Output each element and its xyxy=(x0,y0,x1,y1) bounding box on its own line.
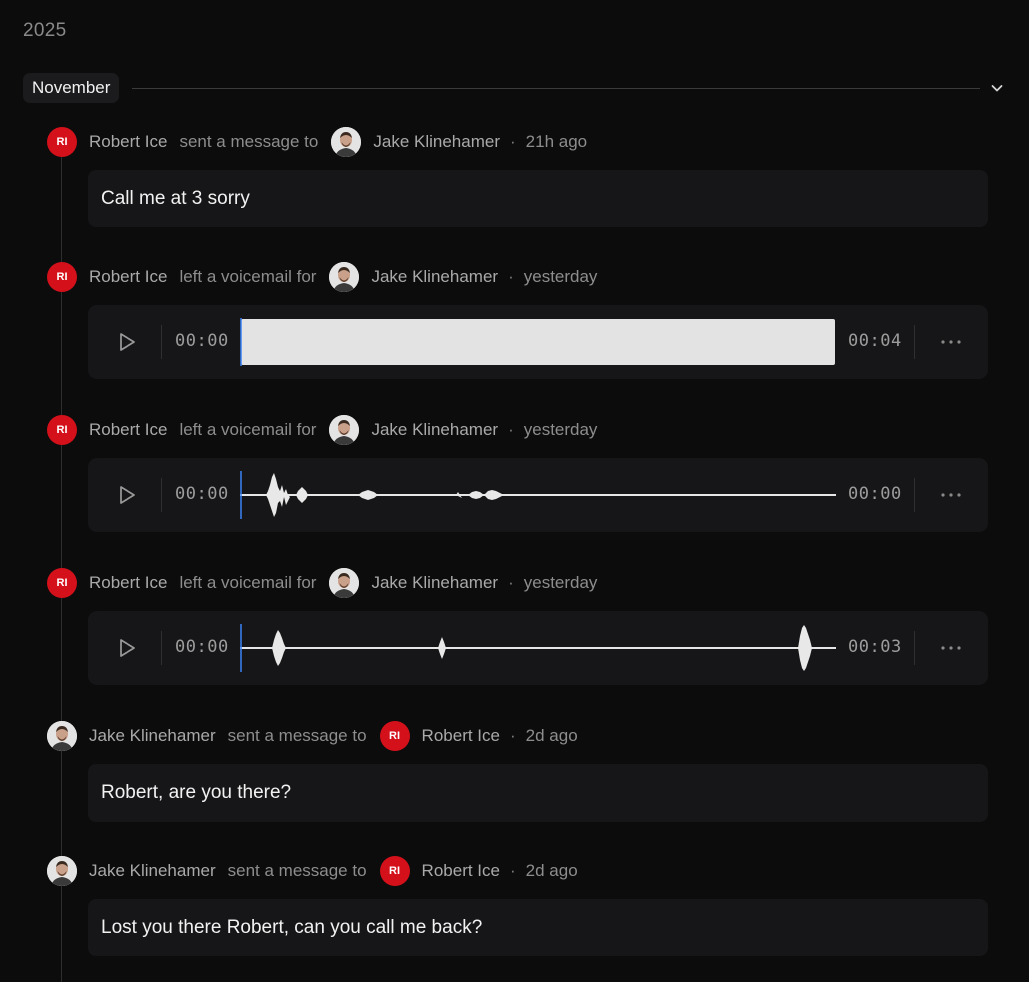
avatar-jake-klinehamer[interactable] xyxy=(329,568,360,598)
avatar-robert-ice[interactable]: RI xyxy=(47,127,77,157)
current-time: 00:00 xyxy=(175,331,229,351)
sender-name[interactable]: Jake Klinehamer xyxy=(89,726,216,746)
separator-dot: · xyxy=(508,573,514,592)
sender-name[interactable]: Robert Ice xyxy=(89,420,167,440)
duration-time: 00:03 xyxy=(848,637,902,657)
avatar-jake-klinehamer[interactable] xyxy=(329,262,360,292)
voicemail-player: 00:00 00:03 xyxy=(88,611,988,685)
avatar-robert-ice[interactable]: RI xyxy=(47,568,77,598)
message-text: Call me at 3 sorry xyxy=(101,187,250,209)
separator-dot: · xyxy=(508,267,514,286)
player-divider xyxy=(914,478,915,512)
duration-time: 00:04 xyxy=(848,331,902,351)
timestamp: 2d ago xyxy=(525,726,578,745)
timestamp: yesterday xyxy=(523,420,598,439)
message-bubble: Call me at 3 sorry xyxy=(88,170,988,227)
recipient-name[interactable]: Robert Ice xyxy=(422,726,500,746)
sender-name[interactable]: Robert Ice xyxy=(89,132,167,152)
year-label: 2025 xyxy=(23,20,67,41)
activity-header: Jake Klinehamer sent a message to RI Rob… xyxy=(47,721,578,751)
current-time: 00:00 xyxy=(175,484,229,504)
avatar-jake-klinehamer[interactable] xyxy=(47,856,77,886)
duration-time: 00:00 xyxy=(848,484,902,504)
waveform-scrubber[interactable] xyxy=(240,471,836,519)
avatar-robert-ice[interactable]: RI xyxy=(47,262,77,292)
waveform-scrubber[interactable] xyxy=(240,318,836,366)
avatar-robert-ice[interactable]: RI xyxy=(379,721,410,751)
avatar-robert-ice[interactable]: RI xyxy=(379,856,410,886)
activity-verb: sent a message to xyxy=(227,861,367,880)
chevron-down-icon[interactable] xyxy=(988,79,1006,97)
message-bubble: Lost you there Robert, can you call me b… xyxy=(88,899,988,956)
activity-header: RI Robert Ice left a voicemail for Jake … xyxy=(47,568,597,598)
activity-verb: sent a message to xyxy=(179,132,319,151)
recipient-name[interactable]: Jake Klinehamer xyxy=(371,267,498,287)
player-divider xyxy=(161,325,162,359)
sender-name[interactable]: Robert Ice xyxy=(89,267,167,287)
activity-verb: left a voicemail for xyxy=(179,573,317,592)
avatar-jake-klinehamer[interactable] xyxy=(47,721,77,751)
player-divider xyxy=(914,631,915,665)
more-options-icon[interactable] xyxy=(938,333,964,351)
separator-dot: · xyxy=(509,861,516,880)
waveform-scrubber[interactable] xyxy=(240,624,836,672)
message-text: Lost you there Robert, can you call me b… xyxy=(101,916,483,938)
player-divider xyxy=(914,325,915,359)
timestamp: 2d ago xyxy=(525,861,578,880)
recipient-name[interactable]: Jake Klinehamer xyxy=(371,420,498,440)
current-time: 00:00 xyxy=(175,637,229,657)
separator-dot: · xyxy=(508,420,514,439)
play-icon[interactable] xyxy=(116,484,138,506)
activity-header: RI Robert Ice left a voicemail for Jake … xyxy=(47,262,597,292)
voicemail-player: 00:00 00:00 xyxy=(88,458,988,532)
separator-dot: · xyxy=(509,726,516,745)
more-options-icon[interactable] xyxy=(938,486,964,504)
avatar-jake-klinehamer[interactable] xyxy=(329,415,360,445)
activity-verb: left a voicemail for xyxy=(179,420,317,439)
activity-header: Jake Klinehamer sent a message to RI Rob… xyxy=(47,856,578,886)
avatar-robert-ice[interactable]: RI xyxy=(47,415,77,445)
timestamp: 21h ago xyxy=(525,132,588,151)
sender-name[interactable]: Jake Klinehamer xyxy=(89,861,216,881)
month-section-header[interactable]: November xyxy=(23,73,1006,103)
more-options-icon[interactable] xyxy=(938,639,964,657)
avatar-jake-klinehamer[interactable] xyxy=(331,127,362,157)
timestamp: yesterday xyxy=(523,573,598,592)
month-divider xyxy=(132,87,980,89)
recipient-name[interactable]: Jake Klinehamer xyxy=(373,132,500,152)
play-icon[interactable] xyxy=(116,331,138,353)
message-bubble: Robert, are you there? xyxy=(88,764,988,822)
timestamp: yesterday xyxy=(523,267,598,286)
recipient-name[interactable]: Robert Ice xyxy=(422,861,500,881)
player-divider xyxy=(161,631,162,665)
player-divider xyxy=(161,478,162,512)
month-label: November xyxy=(23,73,120,103)
activity-header: RI Robert Ice left a voicemail for Jake … xyxy=(47,415,597,445)
activity-header: RI Robert Ice sent a message to Jake Kli… xyxy=(47,127,587,157)
activity-verb: left a voicemail for xyxy=(179,267,317,286)
separator-dot: · xyxy=(509,132,516,151)
sender-name[interactable]: Robert Ice xyxy=(89,573,167,593)
voicemail-player: 00:00 00:04 xyxy=(88,305,988,379)
recipient-name[interactable]: Jake Klinehamer xyxy=(371,573,498,593)
message-text: Robert, are you there? xyxy=(101,782,292,803)
activity-verb: sent a message to xyxy=(227,726,367,745)
play-icon[interactable] xyxy=(116,637,138,659)
